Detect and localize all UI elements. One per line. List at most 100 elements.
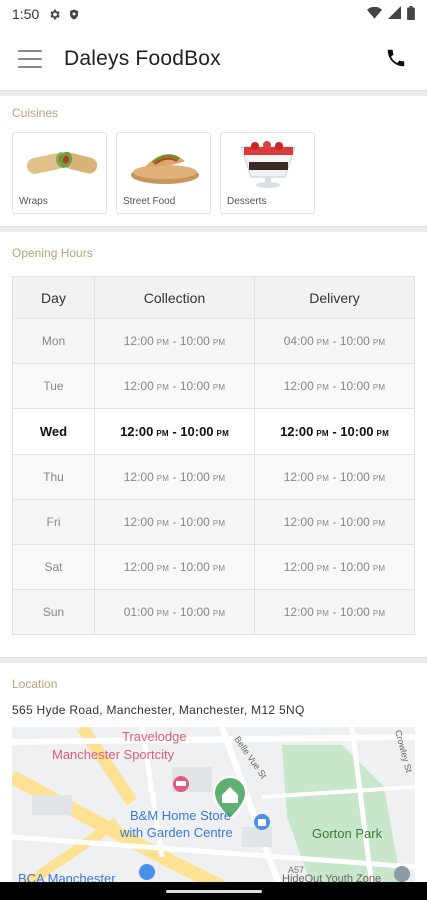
time-separator: - (169, 515, 180, 529)
end-time: 10:00 (179, 379, 210, 393)
cuisine-label: Desserts (227, 196, 267, 207)
table-row: Mon 12:00 PM - 10:00 PM 04:00 PM - 10:00 PM (12, 318, 415, 364)
ampm-label: PM (156, 429, 169, 438)
start-time: 12:00 (283, 515, 314, 529)
opening-hours-rows: Mon 12:00 PM - 10:00 PM 04:00 PM - 10:00 PM Tue… (12, 318, 415, 635)
ampm-label: PM (212, 564, 226, 573)
collection-hours-cell: 12:00 PM - 10:00 PM (94, 499, 255, 545)
location-heading: Location (12, 677, 58, 691)
end-time: 10:00 (179, 334, 210, 348)
time-separator: - (329, 560, 340, 574)
phone-icon (387, 49, 405, 67)
column-header-delivery: Delivery (254, 276, 415, 319)
time-separator: - (168, 424, 181, 439)
start-time: 12:00 (123, 470, 154, 484)
time-separator: - (329, 605, 340, 619)
end-time: 10:00 (179, 470, 210, 484)
ampm-label: PM (372, 519, 386, 528)
time-separator: - (329, 470, 340, 484)
map-label-travelodge: Travelodge (122, 729, 187, 744)
start-time: 12:00 (120, 424, 154, 439)
cuisine-card-wraps[interactable]: Wraps (12, 132, 107, 214)
start-time: 12:00 (123, 560, 154, 574)
shopping-poi-icon (139, 864, 155, 880)
day-cell: Thu (12, 454, 95, 500)
wraps-image (19, 137, 100, 189)
cuisines-section: Cuisines Wraps Street Food Desserts (0, 96, 427, 226)
start-time: 12:00 (283, 470, 314, 484)
ampm-label: PM (156, 383, 170, 392)
end-time: 10:00 (180, 424, 214, 439)
start-time: 04:00 (283, 334, 314, 348)
building-poi-icon (394, 866, 410, 882)
collection-hours-cell: 12:00 PM - 10:00 PM (94, 408, 255, 455)
table-row: Fri 12:00 PM - 10:00 PM 12:00 PM - 10:00 PM (12, 499, 415, 545)
page-title: Daleys FoodBox (64, 47, 221, 70)
opening-hours-table: Day Collection Delivery Mon 12:00 PM - 10:… (12, 276, 415, 635)
end-time: 10:00 (179, 515, 210, 529)
day-cell: Mon (12, 318, 95, 364)
phone-call-button[interactable] (385, 47, 409, 71)
location-map[interactable]: Travelodge Manchester Sportcity B&M Home… (12, 727, 415, 887)
address-text: 565 Hyde Road, Manchester, Manchester, M… (12, 703, 305, 717)
collection-hours-cell: 12:00 PM - 10:00 PM (94, 363, 255, 409)
table-row: Sat 12:00 PM - 10:00 PM 12:00 PM - 10:00 PM (12, 544, 415, 590)
collection-hours-cell: 12:00 PM - 10:00 PM (94, 544, 255, 590)
signal-icon (388, 6, 401, 22)
time-separator: - (328, 424, 341, 439)
ampm-label: PM (316, 519, 330, 528)
time-separator: - (169, 379, 180, 393)
collection-hours-cell: 01:00 PM - 10:00 PM (94, 589, 255, 635)
collection-hours-cell: 12:00 PM - 10:00 PM (94, 318, 255, 364)
start-time: 12:00 (280, 424, 314, 439)
ampm-label: PM (216, 429, 229, 438)
end-time: 10:00 (339, 515, 370, 529)
settings-gear-icon (47, 7, 61, 21)
ampm-label: PM (372, 474, 386, 483)
opening-hours-section: Opening Hours Day Collection Delivery Mo… (0, 232, 427, 635)
day-cell: Wed (12, 408, 95, 455)
time-separator: - (169, 470, 180, 484)
street-food-image (123, 137, 204, 189)
delivery-hours-cell: 04:00 PM - 10:00 PM (254, 318, 415, 364)
delivery-hours-cell: 12:00 PM - 10:00 PM (254, 499, 415, 545)
start-time: 12:00 (283, 560, 314, 574)
app-bar: Daleys FoodBox (0, 28, 427, 90)
day-cell: Sun (12, 589, 95, 635)
cuisine-label: Wraps (19, 196, 48, 207)
end-time: 10:00 (339, 334, 370, 348)
day-cell: Sat (12, 544, 95, 590)
delivery-hours-cell: 12:00 PM - 10:00 PM (254, 408, 415, 455)
column-header-day: Day (12, 276, 95, 319)
wifi-icon (367, 6, 382, 22)
shield-icon (67, 7, 81, 21)
ampm-label: PM (316, 383, 330, 392)
time-separator: - (169, 605, 180, 619)
battery-icon (407, 5, 415, 23)
time-separator: - (169, 560, 180, 574)
desserts-image (227, 137, 308, 189)
time-separator: - (329, 515, 340, 529)
ampm-label: PM (156, 609, 170, 618)
cuisines-heading: Cuisines (12, 106, 59, 120)
map-canvas[interactable]: Travelodge Manchester Sportcity B&M Home… (12, 727, 415, 887)
ampm-label: PM (212, 519, 226, 528)
status-time: 1:50 (12, 6, 40, 22)
column-header-collection: Collection (94, 276, 255, 319)
ampm-label: PM (376, 429, 389, 438)
cuisine-card-street-food[interactable]: Street Food (116, 132, 211, 214)
delivery-hours-cell: 12:00 PM - 10:00 PM (254, 544, 415, 590)
day-cell: Fri (12, 499, 95, 545)
map-label-travelodge-sub: Manchester Sportcity (52, 747, 175, 762)
table-row: Thu 12:00 PM - 10:00 PM 12:00 PM - 10:00 PM (12, 454, 415, 500)
end-time: 10:00 (179, 560, 210, 574)
ampm-label: PM (372, 338, 386, 347)
end-time: 10:00 (339, 470, 370, 484)
map-label-bm-sub: with Garden Centre (119, 825, 233, 840)
ampm-label: PM (372, 609, 386, 618)
home-gesture-handle[interactable] (165, 889, 262, 893)
end-time: 10:00 (339, 560, 370, 574)
cuisine-card-desserts[interactable]: Desserts (220, 132, 315, 214)
start-time: 12:00 (123, 379, 154, 393)
hamburger-menu-icon[interactable] (18, 50, 42, 68)
